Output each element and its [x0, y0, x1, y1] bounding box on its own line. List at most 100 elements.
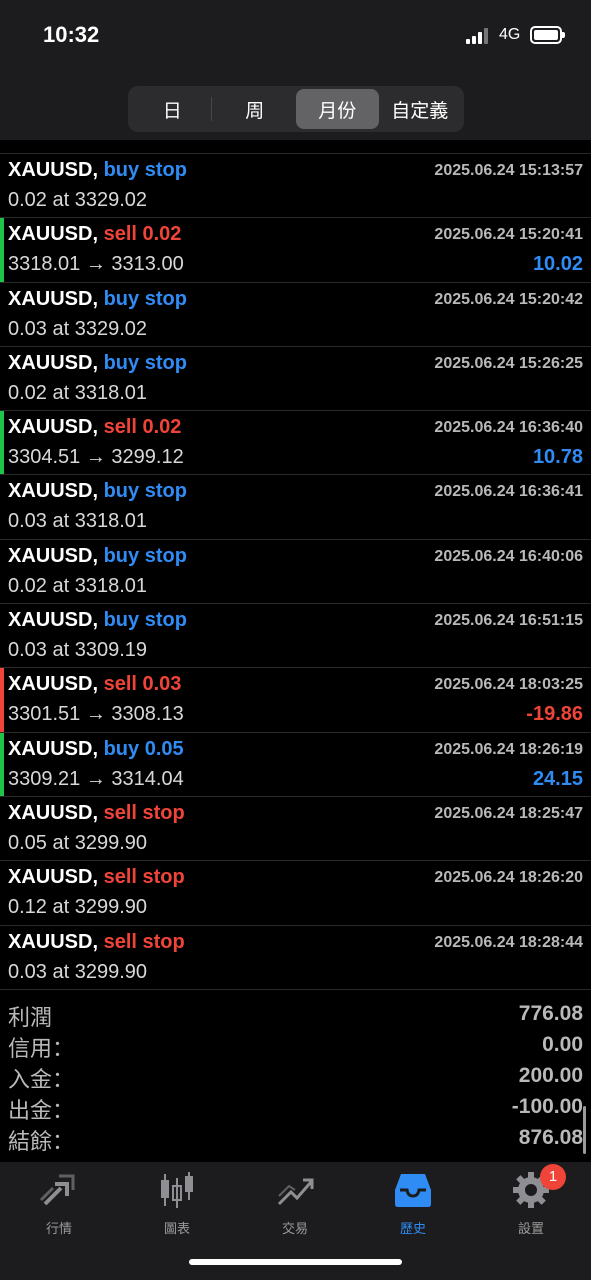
order-type: buy stop: [103, 159, 187, 181]
tab-label: 歷史: [399, 1222, 426, 1237]
tab-label: 行情: [45, 1222, 72, 1237]
summary-label: 出金：: [8, 1099, 75, 1124]
order-type: buy stop: [103, 609, 187, 632]
list-item[interactable]: XAUUSD, buy stop 2025.06.24 16:40:06 0.02 …: [0, 540, 591, 605]
status-time: 10:32: [43, 22, 100, 47]
order-time: 2025.06.24 18:28:44: [434, 933, 583, 951]
order-title: XAUUSD, buy stop: [8, 480, 187, 503]
order-type: sell 0.02: [103, 223, 182, 246]
symbol: XAUUSD,: [8, 480, 99, 503]
order-detail: 0.02 at 3329.02: [8, 189, 148, 211]
notification-badge: 1: [540, 1164, 566, 1190]
symbol: XAUUSD,: [8, 159, 99, 181]
network-type: 4G: [499, 26, 521, 43]
segment-week[interactable]: 周: [214, 89, 297, 129]
list-item[interactable]: XAUUSD, sell 0.03 2025.06.24 18:03:25 3301…: [0, 668, 591, 733]
order-title: XAUUSD, sell stop: [8, 931, 185, 954]
list-item[interactable]: XAUUSD, sell 0.02 2025.06.24 15:20:41 3318…: [0, 218, 591, 283]
tab-trade[interactable]: 交易: [250, 1170, 340, 1237]
order-type: buy stop: [103, 544, 187, 567]
order-detail: 3301.51 → 3308.13: [8, 703, 184, 726]
list-item[interactable]: XAUUSD, sell 0.02 2025.06.24 16:36:40 3304…: [0, 411, 591, 476]
order-time: 2025.06.24 16:40:06: [434, 547, 583, 565]
list-item[interactable]: XAUUSD, sell stop 2025.06.24 18:28:44 0.03…: [0, 926, 591, 990]
order-time: 2025.06.24 18:26:20: [434, 869, 583, 887]
home-indicator[interactable]: [189, 1259, 402, 1265]
order-title: XAUUSD, buy stop: [8, 609, 187, 632]
tab-settings[interactable]: 1 設置: [486, 1164, 576, 1237]
order-profit: 24.15: [532, 767, 583, 790]
summary-balance: 結餘： 876.08: [0, 1122, 591, 1155]
order-profit: 10.78: [532, 446, 583, 469]
order-type: buy stop: [103, 287, 187, 310]
order-type: sell 0.03: [103, 673, 182, 696]
order-detail: 3304.51 → 3299.12: [8, 446, 184, 469]
history-list: 0.07 at 3329.02 XAUUSD, buy stop2025.06.…: [0, 122, 591, 990]
order-time: 2025.06.24 18:26:19: [434, 740, 583, 758]
list-item[interactable]: XAUUSD, buy stop 2025.06.24 15:20:42 0.03 …: [0, 283, 591, 347]
list-item[interactable]: XAUUSD, sell stop 2025.06.24 18:26:20 0.12…: [0, 861, 591, 926]
symbol: XAUUSD,: [8, 801, 99, 824]
summary-profit: 利潤 776.08: [0, 998, 591, 1031]
list-item[interactable]: XAUUSD, buy stop 2025.06.24 16:51:15 0.03 …: [0, 604, 591, 669]
order-type: sell stop: [103, 866, 185, 889]
segment-day[interactable]: 日: [131, 89, 214, 129]
symbol: XAUUSD,: [8, 351, 99, 374]
tab-charts[interactable]: 圖表: [132, 1170, 222, 1237]
summary-label: 結餘：: [8, 1130, 75, 1155]
summary-value: 0.00: [542, 1033, 583, 1056]
account-summary: 利潤 776.08 信用： 0.00 入金： 200.00 出金： -100.0…: [0, 998, 591, 1155]
tab-quotes[interactable]: 行情: [14, 1170, 104, 1237]
order-time: 2025.06.24 16:51:15: [434, 612, 583, 630]
list-item[interactable]: XAUUSD, buy 0.05 2025.06.24 18:26:19 3309.…: [0, 732, 591, 797]
symbol: XAUUSD,: [8, 416, 99, 439]
order-title: XAUUSD, buy 0.05: [8, 738, 184, 761]
period-segmented-control: 日 周 月份 自定義: [128, 86, 464, 132]
order-title: XAUUSD, buy stop: [8, 545, 187, 568]
list-item[interactable]: XAUUSD, buy stop 2025.06.24 16:36:41 0.03 …: [0, 475, 591, 540]
order-type: sell stop: [103, 930, 185, 953]
top-bar: 10:32 4G 日 周 月份 自定義: [0, 0, 591, 140]
result-indicator-bar: [0, 218, 4, 282]
order-time: 2025.06.24 18:03:25: [434, 676, 583, 694]
order-type: sell stop: [103, 801, 185, 824]
order-detail: 0.12 at 3299.90: [8, 896, 148, 919]
battery-icon: [530, 26, 565, 44]
result-indicator-bar: [0, 732, 4, 796]
scrollbar[interactable]: [583, 1106, 586, 1154]
order-type: buy stop: [103, 480, 187, 503]
order-detail: 0.03 at 3318.01: [8, 510, 148, 533]
summary-label: 利潤: [8, 1006, 53, 1031]
order-time: 2025.06.24 16:36:40: [434, 419, 583, 437]
trade-chart-icon: [277, 1178, 314, 1206]
order-detail: 0.02 at 3318.01: [8, 381, 148, 404]
list-item[interactable]: XAUUSD, buy stop 2025.06.24 15:26:25 0.02 …: [0, 347, 591, 412]
order-detail: 0.03 at 3329.02: [8, 317, 148, 340]
list-item[interactable]: XAUUSD, sell stop 2025.06.24 18:25:47 0.05…: [0, 797, 591, 862]
tab-label: 設置: [517, 1222, 544, 1237]
order-detail: 0.03 at 3309.19: [8, 639, 148, 662]
summary-value: -100.00: [511, 1095, 583, 1118]
candlestick-chart-icon: [161, 1172, 193, 1208]
symbol: XAUUSD,: [8, 609, 99, 632]
order-time: 2025.06.24 16:36:41: [434, 483, 583, 501]
order-detail: 0.05 at 3299.90: [8, 831, 148, 854]
symbol: XAUUSD,: [8, 287, 99, 310]
result-indicator-bar: [0, 411, 4, 475]
order-title: XAUUSD, buy stop: [8, 159, 187, 182]
symbol: XAUUSD,: [8, 866, 99, 889]
tab-label: 圖表: [163, 1222, 190, 1237]
order-type: buy 0.05: [103, 737, 184, 760]
order-profit: -19.86: [526, 703, 583, 726]
order-detail: 3309.21 → 3314.04: [8, 767, 184, 790]
order-detail: 0.03 at 3299.90: [8, 960, 148, 983]
order-title: XAUUSD, buy stop: [8, 288, 187, 311]
list-item[interactable]: XAUUSD, buy stop 2025.06.24 15:13:57 0.02 …: [0, 154, 591, 219]
symbol: XAUUSD,: [8, 544, 99, 567]
order-title: XAUUSD, sell 0.03: [8, 673, 181, 696]
tab-history[interactable]: 歷史: [368, 1170, 458, 1237]
order-title: XAUUSD, buy stop: [8, 352, 187, 375]
symbol: XAUUSD,: [8, 737, 99, 760]
segment-custom[interactable]: 自定義: [379, 89, 462, 129]
segment-month[interactable]: 月份: [296, 89, 379, 129]
